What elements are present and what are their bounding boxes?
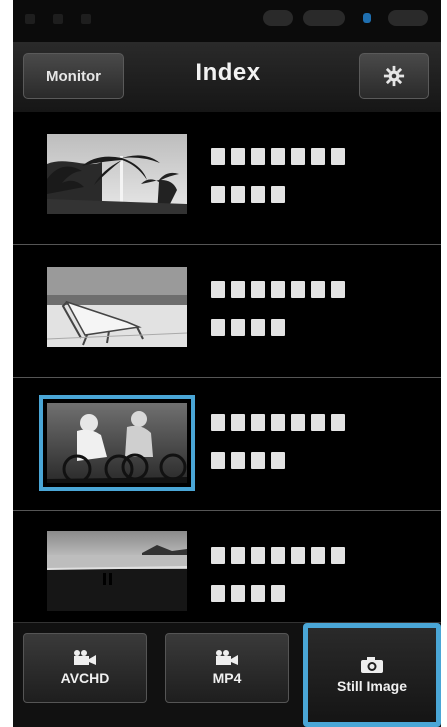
battery-icon <box>363 13 371 23</box>
page-title: Index <box>195 59 261 86</box>
thumbnail-image[interactable] <box>47 531 187 611</box>
thumbnail-image[interactable] <box>39 395 195 491</box>
tab-mp4[interactable]: MP4 <box>165 633 289 703</box>
gear-icon <box>383 65 405 87</box>
monitor-button[interactable]: Monitor <box>23 53 124 99</box>
list-item-selected[interactable] <box>13 378 441 511</box>
list-item[interactable] <box>13 511 441 621</box>
tab-still-image[interactable]: Still Image <box>303 623 441 727</box>
thumbnail-image[interactable] <box>47 267 187 347</box>
video-camera-icon <box>216 650 238 665</box>
clock <box>388 10 428 26</box>
thumbnail-image[interactable] <box>47 134 187 214</box>
status-icon <box>81 14 91 24</box>
tab-label: AVCHD <box>60 670 110 686</box>
tab-label: MP4 <box>212 670 242 686</box>
settings-button[interactable] <box>359 53 429 99</box>
video-camera-icon <box>74 650 96 665</box>
status-icon <box>53 14 63 24</box>
status-icon <box>25 14 35 24</box>
camera-icon <box>361 657 383 673</box>
tab-label: Still Image <box>336 678 408 694</box>
status-bar <box>13 0 441 42</box>
header: Monitor Index <box>13 42 441 113</box>
tab-avchd[interactable]: AVCHD <box>23 633 147 703</box>
bottom-tab-bar: AVCHD MP4 Still Image <box>13 622 441 727</box>
phone-screen: Monitor Index AVCHD MP4 Still Image <box>13 0 441 727</box>
signal-icon <box>303 10 345 26</box>
list-item[interactable] <box>13 112 441 245</box>
list-item[interactable] <box>13 245 441 378</box>
status-icon <box>263 10 293 26</box>
